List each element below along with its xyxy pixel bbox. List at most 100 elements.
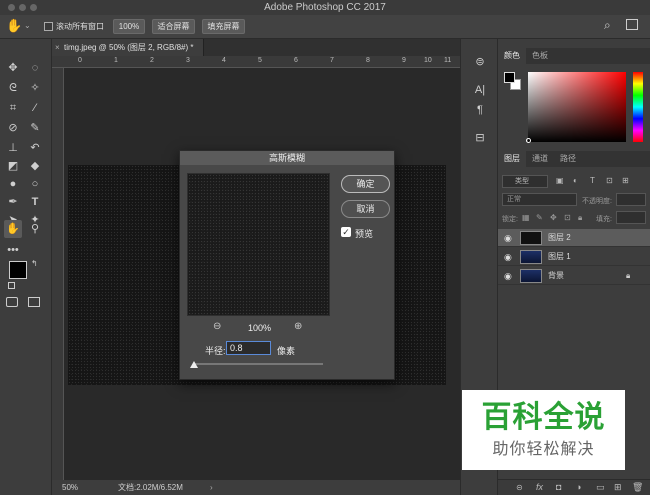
preview-checkbox[interactable]: ✓	[341, 227, 351, 237]
zoom-out-icon[interactable]: ⊖	[213, 321, 221, 332]
layer-row[interactable]: ◉ 背景 🔒︎	[498, 267, 650, 285]
filter-pixel-icon[interactable]: ▣	[556, 176, 564, 185]
screen-mode-icon[interactable]	[28, 297, 40, 307]
zoom-in-icon[interactable]: ⊕	[294, 321, 302, 332]
scroll-all-windows-checkbox[interactable]	[44, 22, 53, 31]
layer-row[interactable]: ◉ 图层 1	[498, 248, 650, 266]
type-tool-icon[interactable]: T	[26, 193, 44, 211]
layer-style-fx-icon[interactable]: fx	[536, 482, 543, 492]
watermark-subtitle: 助你轻松解决	[492, 441, 595, 458]
status-menu-arrow-icon[interactable]: ›	[210, 480, 213, 495]
tab-paths[interactable]: 路径	[554, 151, 582, 167]
blend-mode-select[interactable]: 正常	[502, 193, 577, 206]
window-close-dot[interactable]	[8, 4, 15, 11]
filter-preview[interactable]	[187, 173, 330, 316]
marquee-tool-icon[interactable]: ◌	[26, 59, 44, 77]
history-panel-icon[interactable]: ⊜	[471, 53, 489, 71]
adjustment-layer-icon[interactable]: ◑	[576, 482, 581, 492]
tab-channels[interactable]: 通道	[526, 151, 554, 167]
link-layers-icon[interactable]: ⊝	[516, 483, 523, 492]
layer-thumbnail	[520, 231, 542, 245]
layer-kind-filter-label: 类型	[515, 178, 529, 185]
filter-shape-icon[interactable]: ⊡	[606, 176, 613, 185]
magic-wand-tool-icon[interactable]: ✧	[26, 79, 44, 97]
blur-tool-icon[interactable]: ●	[4, 175, 22, 193]
delete-layer-icon[interactable]: 🗑︎	[632, 482, 643, 493]
default-colors-icon[interactable]	[8, 282, 15, 289]
close-tab-icon[interactable]: ×	[55, 39, 60, 56]
zoom-tool-icon[interactable]: ⚲	[26, 220, 44, 238]
workspace-icon[interactable]	[626, 19, 638, 30]
tab-bar-empty	[204, 39, 460, 56]
lock-position-icon[interactable]: ✥	[550, 213, 557, 222]
ruler-label: 0	[78, 57, 82, 64]
paint-bucket-tool-icon[interactable]: ◆	[26, 157, 44, 175]
visibility-eye-icon[interactable]: ◉	[504, 229, 512, 247]
vertical-ruler[interactable]	[52, 68, 64, 480]
crop-tool-icon[interactable]: ⌗	[4, 99, 22, 117]
document-tab[interactable]: × timg.jpeg @ 50% (图层 2, RGB/8#) *	[52, 39, 204, 56]
character-panel-icon[interactable]: A|	[471, 81, 489, 99]
lasso-tool-icon[interactable]: ᘓ	[4, 79, 22, 97]
history-brush-tool-icon[interactable]: ↶	[26, 139, 44, 157]
filter-smart-object-icon[interactable]: ⊞	[622, 176, 629, 185]
foreground-color-swatch[interactable]	[9, 261, 27, 279]
radius-slider-thumb[interactable]	[190, 361, 199, 368]
tab-color[interactable]: 颜色	[498, 48, 526, 64]
properties-panel-icon[interactable]: ⊟	[471, 129, 489, 147]
filter-type-icon[interactable]: T	[590, 176, 595, 185]
radius-slider-track[interactable]	[193, 363, 323, 365]
ruler-label: 4	[222, 57, 226, 64]
eraser-tool-icon[interactable]: ◩	[4, 157, 22, 175]
add-mask-icon[interactable]: ◘	[556, 482, 561, 492]
new-group-icon[interactable]: ▭	[596, 482, 605, 493]
color-field[interactable]	[528, 72, 626, 142]
color-picker-ring[interactable]	[526, 138, 531, 143]
fill-field[interactable]	[616, 211, 646, 224]
layer-kind-filter[interactable]: 类型	[502, 175, 548, 188]
lock-all-icon[interactable]: 🔒︎	[578, 213, 582, 223]
radius-input[interactable]: 0.8	[226, 341, 271, 355]
hand-tool-active-icon[interactable]: ✋	[4, 220, 22, 238]
fit-screen-button[interactable]: 适合屏幕	[152, 19, 195, 34]
opacity-field[interactable]	[616, 193, 646, 206]
more-tools-icon[interactable]: •••	[4, 241, 22, 259]
paragraph-panel-icon[interactable]: ¶	[471, 101, 489, 119]
move-tool-icon[interactable]: ✥	[4, 59, 22, 77]
ok-button[interactable]: 确定	[341, 175, 390, 193]
brush-tool-icon[interactable]: ✎	[26, 119, 44, 137]
zoom-level-readout[interactable]: 50%	[62, 480, 78, 495]
window-minimize-dot[interactable]	[19, 4, 26, 11]
fill-screen-button[interactable]: 填充屏幕	[202, 19, 245, 34]
hand-tool-icon[interactable]: ✋	[6, 18, 22, 34]
layer-row-selected[interactable]: ◉ 图层 2	[498, 229, 650, 247]
search-icon[interactable]: ⌕	[604, 18, 611, 33]
tab-swatches[interactable]: 色板	[526, 48, 554, 64]
blend-mode-value: 正常	[507, 196, 521, 203]
pen-tool-icon[interactable]: ✒	[4, 193, 22, 211]
visibility-eye-icon[interactable]: ◉	[504, 248, 512, 266]
ruler-label: 7	[330, 57, 334, 64]
hue-slider[interactable]	[633, 72, 643, 142]
new-layer-icon[interactable]: ⊞	[614, 482, 622, 493]
ruler-label: 8	[366, 57, 370, 64]
dodge-tool-icon[interactable]: ○	[26, 175, 44, 193]
tab-layers[interactable]: 图层	[498, 151, 526, 167]
swap-colors-icon[interactable]: ↰	[31, 259, 38, 268]
tool-preset-chevron-icon[interactable]: ⌄	[24, 21, 31, 30]
filter-adjustment-icon[interactable]: ◐	[573, 176, 578, 185]
window-zoom-dot[interactable]	[30, 4, 37, 11]
lock-artboard-icon[interactable]: ⊡	[564, 213, 571, 222]
lock-transparent-icon[interactable]: ▦	[522, 213, 530, 222]
panel-foreground-swatch[interactable]	[504, 72, 515, 83]
visibility-eye-icon[interactable]: ◉	[504, 267, 512, 285]
eyedropper-tool-icon[interactable]: ⁄	[26, 99, 44, 117]
lock-pixels-icon[interactable]: ✎	[536, 213, 543, 222]
clone-stamp-tool-icon[interactable]: ⊥	[4, 139, 22, 157]
healing-brush-tool-icon[interactable]: ⊘	[4, 119, 22, 137]
horizontal-ruler[interactable]: 0 1 2 3 4 5 6 7 8 9 10 11	[52, 56, 460, 68]
lock-label: 锁定:	[502, 216, 518, 223]
quick-mask-icon[interactable]	[6, 297, 18, 307]
cancel-button[interactable]: 取消	[341, 200, 390, 218]
zoom-100-button[interactable]: 100%	[113, 19, 145, 34]
